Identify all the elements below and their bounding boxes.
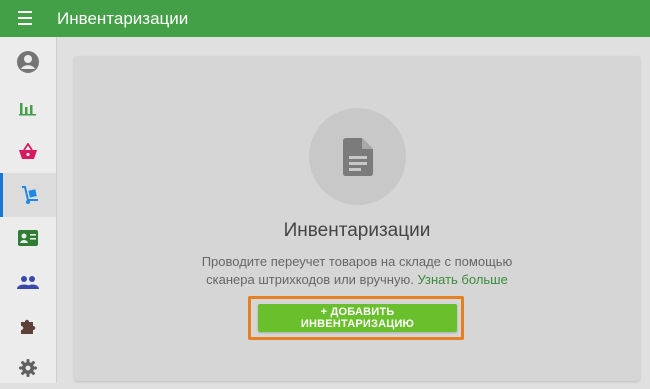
add-inventory-button[interactable]: + ДОБАВИТЬ ИНВЕНТАРИЗАЦИЮ <box>258 304 457 332</box>
sidebar-item-profile[interactable] <box>0 41 56 83</box>
people-icon <box>17 276 39 289</box>
hamburger-menu-icon[interactable] <box>18 11 38 27</box>
sidebar <box>0 37 57 383</box>
description-line-1: Проводите переучет товаров на складе с п… <box>201 254 513 269</box>
main-content: Инвентаризации Проводите переучет товаро… <box>57 37 650 383</box>
description-line-2-wrap: сканера штрихкодов или вручную. Узнать б… <box>74 271 640 289</box>
puzzle-icon <box>21 319 36 334</box>
empty-state-card: Инвентаризации Проводите переучет товаро… <box>74 56 640 381</box>
sidebar-item-integrations[interactable] <box>0 305 56 347</box>
sidebar-item-sales[interactable] <box>0 131 56 173</box>
document-icon <box>342 137 373 176</box>
empty-state-icon-circle <box>309 108 406 205</box>
account-circle-icon <box>17 51 39 73</box>
page-title: Инвентаризации <box>57 9 189 28</box>
basket-icon <box>19 143 37 159</box>
sidebar-item-users[interactable] <box>0 261 56 303</box>
empty-state-title: Инвентаризации <box>283 220 431 241</box>
top-app-bar: Инвентаризации <box>0 0 650 37</box>
empty-state-description: Проводите переучет товаров на складе с п… <box>74 253 640 289</box>
description-line-2: сканера штрихкодов или вручную. <box>206 272 414 287</box>
id-card-icon <box>18 230 38 246</box>
gear-icon <box>19 359 37 377</box>
learn-more-link[interactable]: Узнать больше <box>417 272 507 287</box>
bar-chart-icon <box>19 103 36 116</box>
hand-truck-icon <box>21 186 38 204</box>
sidebar-item-contacts[interactable] <box>0 217 56 259</box>
sidebar-item-reports[interactable] <box>0 87 56 129</box>
sidebar-item-inventory[interactable] <box>0 173 56 217</box>
